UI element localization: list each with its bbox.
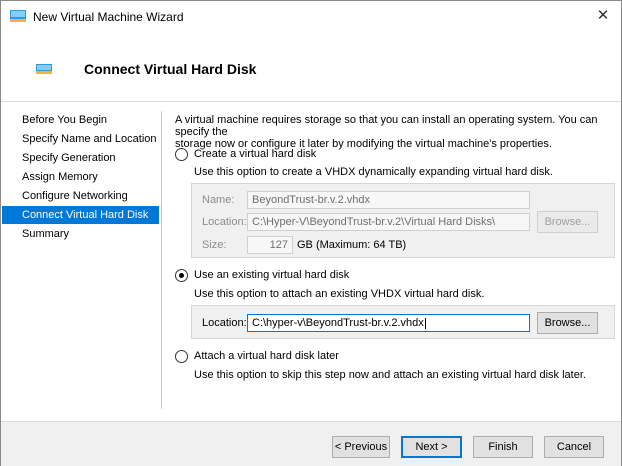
name-label: Name: — [202, 194, 235, 206]
create-location-input[interactable]: C:\Hyper-V\BeyondTrust-br.v.2\Virtual Ha… — [247, 213, 530, 231]
page-header: Connect Virtual Hard Disk — [1, 31, 621, 102]
size-unit-label: GB (Maximum: 64 TB) — [297, 239, 407, 251]
nav-item-specify-generation[interactable]: Specify Generation — [2, 149, 159, 167]
wizard-footer: < Previous Next > Finish Cancel — [1, 421, 621, 466]
finish-button[interactable]: Finish — [473, 436, 533, 458]
nav-item-configure-networking[interactable]: Configure Networking — [2, 187, 159, 205]
title-bar: New Virtual Machine Wizard ✕ — [1, 1, 621, 31]
vm-icon — [10, 10, 26, 22]
radio-later-label: Attach a virtual hard disk later — [194, 350, 339, 362]
size-input[interactable]: 127 — [247, 236, 293, 254]
window-title: New Virtual Machine Wizard — [33, 10, 184, 24]
radio-existing-label: Use an existing virtual hard disk — [194, 269, 350, 281]
radio-button[interactable] — [175, 148, 188, 161]
nav-item-summary[interactable]: Summary — [2, 225, 159, 243]
existing-location-input[interactable]: C:\hyper-v\BeyondTrust-br.v.2.vhdx — [247, 314, 530, 332]
create-browse-button[interactable]: Browse... — [537, 211, 598, 233]
radio-create-label: Create a virtual hard disk — [194, 148, 317, 160]
existing-options-group: Location: C:\hyper-v\BeyondTrust-br.v.2.… — [191, 305, 615, 339]
nav-divider — [161, 111, 162, 409]
description-line-1: A virtual machine requires storage so th… — [175, 114, 598, 138]
vm-header-icon — [36, 64, 52, 74]
nav-item-before-you-begin[interactable]: Before You Begin — [2, 111, 159, 129]
radio-button-checked[interactable] — [175, 269, 188, 282]
text-caret — [424, 317, 426, 329]
previous-button[interactable]: < Previous — [332, 436, 390, 458]
nav-item-specify-name[interactable]: Specify Name and Location — [2, 130, 159, 148]
page-title: Connect Virtual Hard Disk — [84, 61, 257, 77]
radio-button[interactable] — [175, 350, 188, 363]
later-description: Use this option to skip this step now an… — [194, 369, 586, 381]
existing-location-value: C:\hyper-v\BeyondTrust-br.v.2.vhdx — [252, 317, 424, 329]
create-options-group: Name: BeyondTrust-br.v.2.vhdx Location: … — [191, 183, 615, 258]
existing-location-label: Location: — [202, 317, 247, 329]
existing-browse-button[interactable]: Browse... — [537, 312, 598, 334]
existing-description: Use this option to attach an existing VH… — [194, 288, 485, 300]
create-location-label: Location: — [202, 216, 247, 228]
next-button[interactable]: Next > — [401, 436, 462, 458]
close-button[interactable]: ✕ — [591, 5, 615, 27]
close-icon: ✕ — [596, 7, 610, 24]
wizard-window: New Virtual Machine Wizard ✕ Connect Vir… — [0, 0, 622, 466]
page-description: A virtual machine requires storage so th… — [175, 114, 605, 150]
size-label: Size: — [202, 239, 227, 251]
nav-item-assign-memory[interactable]: Assign Memory — [2, 168, 159, 186]
name-input[interactable]: BeyondTrust-br.v.2.vhdx — [247, 191, 530, 209]
create-description: Use this option to create a VHDX dynamic… — [194, 166, 553, 178]
nav-item-connect-vhd[interactable]: Connect Virtual Hard Disk — [2, 206, 159, 224]
cancel-button[interactable]: Cancel — [544, 436, 604, 458]
